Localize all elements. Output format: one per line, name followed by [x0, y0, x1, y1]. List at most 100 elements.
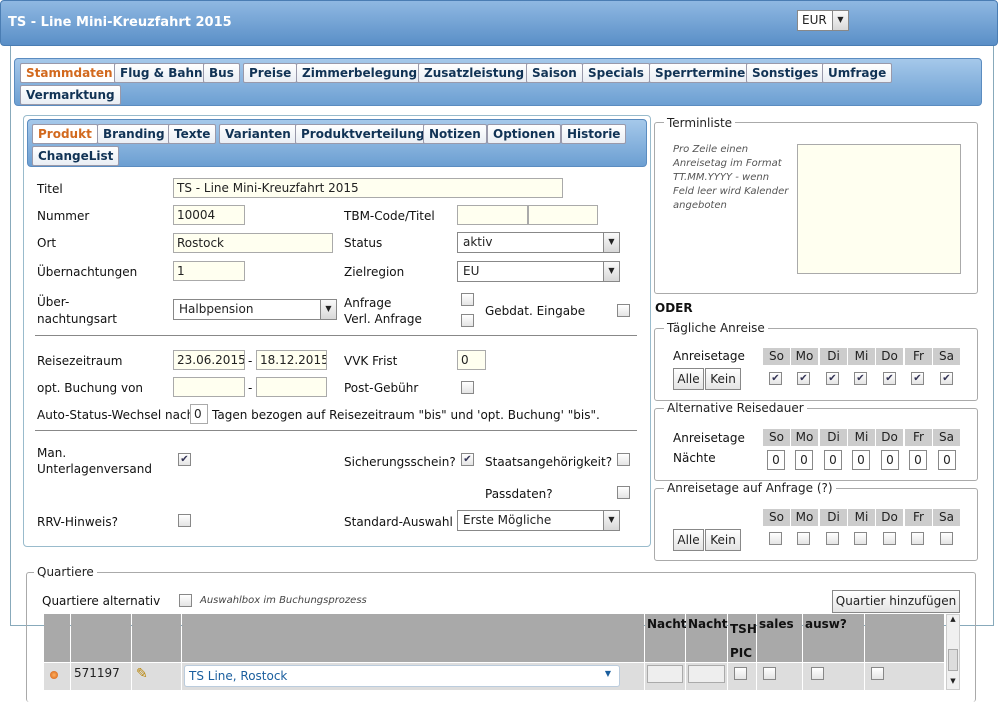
staats-checkbox[interactable]	[617, 453, 630, 466]
nacht-1-input[interactable]	[647, 665, 683, 683]
tbm-label: TBM-Code/Titel	[344, 209, 435, 223]
quartiere-alternativ-checkbox[interactable]	[179, 594, 192, 607]
taeglich-di-checkbox[interactable]: ✔	[826, 372, 839, 385]
anfrage-checkbox[interactable]	[461, 293, 474, 306]
tab-notizen[interactable]: Notizen	[423, 124, 487, 144]
status-dot-icon	[50, 671, 58, 679]
gebdat-checkbox[interactable]	[617, 304, 630, 317]
kein-button[interactable]: Kein	[705, 368, 741, 390]
naechte-di-input[interactable]: 0	[824, 450, 842, 470]
ausw-checkbox[interactable]	[811, 667, 824, 680]
tab-sperrtermine[interactable]: Sperrtermine	[649, 63, 752, 83]
chevron-down-icon: ▼	[320, 300, 336, 319]
naechte-fr-input[interactable]: 0	[909, 450, 927, 470]
naechte-mo-input[interactable]: 0	[795, 450, 813, 470]
anfrage-alle-button[interactable]: Alle	[673, 529, 704, 551]
tbm-titel-input[interactable]	[528, 205, 598, 225]
edit-pencil-icon[interactable]: ✎	[136, 666, 148, 682]
table-scrollbar[interactable]: ▲ ▼	[946, 614, 960, 690]
tab-specials[interactable]: Specials	[582, 63, 650, 83]
currency-select[interactable]: EUR ▼	[797, 10, 849, 31]
tab-bus[interactable]: Bus	[203, 63, 240, 83]
anfrage-sa-checkbox[interactable]	[940, 532, 953, 545]
table-cell: ✎	[132, 663, 181, 690]
anfrage-di-checkbox[interactable]	[826, 532, 839, 545]
tab-flug-bahn[interactable]: Flug & Bahn	[114, 63, 209, 83]
tab-branding[interactable]: Branding	[97, 124, 171, 144]
standard-select[interactable]: Erste Mögliche ▼	[457, 510, 620, 531]
terminliste-textarea[interactable]	[797, 144, 961, 274]
rrv-checkbox[interactable]	[178, 514, 191, 527]
tsh-pic-checkbox[interactable]	[734, 667, 747, 680]
alle-button[interactable]: Alle	[673, 368, 704, 390]
tab-saison[interactable]: Saison	[526, 63, 583, 83]
man-unterlagen-checkbox[interactable]: ✔	[178, 453, 191, 466]
status-select[interactable]: aktiv ▼	[457, 232, 620, 253]
sales-checkbox[interactable]	[763, 667, 776, 680]
scroll-thumb[interactable]	[948, 649, 958, 671]
scroll-up-icon[interactable]: ▲	[947, 615, 959, 627]
postgebuehr-checkbox[interactable]	[461, 381, 474, 394]
tab-changelist[interactable]: ChangeList	[32, 146, 120, 166]
ort-input[interactable]: Rostock	[173, 233, 333, 253]
titel-input[interactable]: TS - Line Mini-Kreuzfahrt 2015	[173, 178, 563, 198]
verl-anfrage-checkbox[interactable]	[461, 314, 474, 327]
scroll-down-icon[interactable]: ▼	[947, 677, 959, 689]
anfrage-so-checkbox[interactable]	[769, 532, 782, 545]
taeglich-do-checkbox[interactable]: ✔	[883, 372, 896, 385]
reise-von-input[interactable]: 23.06.2015	[173, 350, 245, 370]
taeglich-mo-checkbox[interactable]: ✔	[797, 372, 810, 385]
tbm-code-input[interactable]	[457, 205, 528, 225]
naechte-sa-input[interactable]: 0	[938, 450, 956, 470]
man-label-2: Unterlagenversand	[37, 462, 152, 476]
tab-optionen[interactable]: Optionen	[487, 124, 562, 144]
sicherung-checkbox[interactable]: ✔	[461, 453, 474, 466]
anfrage-fr-checkbox[interactable]	[911, 532, 924, 545]
tab-produkt[interactable]: Produkt	[32, 124, 98, 144]
art-label-1: Über-	[37, 295, 70, 309]
vvk-input[interactable]: 0	[457, 350, 486, 370]
optbuchung-bis-input[interactable]	[256, 377, 327, 397]
taeglich-sa-checkbox[interactable]: ✔	[940, 372, 953, 385]
taeglich-fr-checkbox[interactable]: ✔	[911, 372, 924, 385]
quartier-select[interactable]: TS Line, Rostock ▼	[184, 665, 620, 687]
day-mi: Mi	[848, 509, 875, 526]
quartiere-legend: Quartiere	[34, 565, 97, 579]
anfrage-do-checkbox[interactable]	[883, 532, 896, 545]
tab-produktverteilung[interactable]: Produktverteilung	[295, 124, 431, 144]
reise-bis-input[interactable]: 18.12.2015	[256, 350, 327, 370]
tab-sonstiges[interactable]: Sonstiges	[746, 63, 825, 83]
naechte-so-input[interactable]: 0	[767, 450, 785, 470]
auswahlbox-hint: Auswahlbox im Buchungsprozess	[200, 595, 367, 606]
taeglich-so-checkbox[interactable]: ✔	[769, 372, 782, 385]
tab-varianten[interactable]: Varianten	[219, 124, 297, 144]
optbuchung-von-input[interactable]	[173, 377, 245, 397]
window-title: TS - Line Mini-Kreuzfahrt 2015	[8, 15, 232, 30]
tab-umfrage[interactable]: Umfrage	[822, 63, 893, 83]
zielregion-select[interactable]: EU ▼	[457, 261, 620, 282]
uebernachtungsart-select[interactable]: Halbpension ▼	[173, 299, 337, 320]
row-checkbox[interactable]	[871, 667, 884, 680]
tab-zusatzleistung[interactable]: Zusatzleistung	[418, 63, 531, 83]
nummer-input[interactable]: 10004	[173, 205, 245, 225]
tab-preise[interactable]: Preise	[243, 63, 298, 83]
tab-texte[interactable]: Texte	[168, 124, 217, 144]
tab-zimmerbelegung[interactable]: Zimmerbelegung	[296, 63, 424, 83]
quartier-hinzufuegen-button[interactable]: Quartier hinzufügen	[832, 590, 960, 613]
chevron-down-icon: ▼	[832, 11, 848, 30]
uebernachtungen-input[interactable]: 1	[173, 261, 245, 281]
day-di: Di	[820, 348, 847, 365]
pass-checkbox[interactable]	[617, 486, 630, 499]
taeglich-mi-checkbox[interactable]: ✔	[854, 372, 867, 385]
anfrage-mo-checkbox[interactable]	[797, 532, 810, 545]
nacht-2-input[interactable]	[688, 665, 725, 683]
anfrage-kein-button[interactable]: Kein	[705, 529, 741, 551]
anfrage-mi-checkbox[interactable]	[854, 532, 867, 545]
tab-vermarktung[interactable]: Vermarktung	[20, 85, 121, 105]
tab-historie[interactable]: Historie	[561, 124, 627, 144]
tab-stammdaten[interactable]: Stammdaten	[20, 63, 119, 83]
zielregion-label: Zielregion	[344, 265, 405, 279]
auto-status-input[interactable]: 0	[190, 404, 208, 424]
naechte-mi-input[interactable]: 0	[852, 450, 870, 470]
naechte-do-input[interactable]: 0	[881, 450, 899, 470]
